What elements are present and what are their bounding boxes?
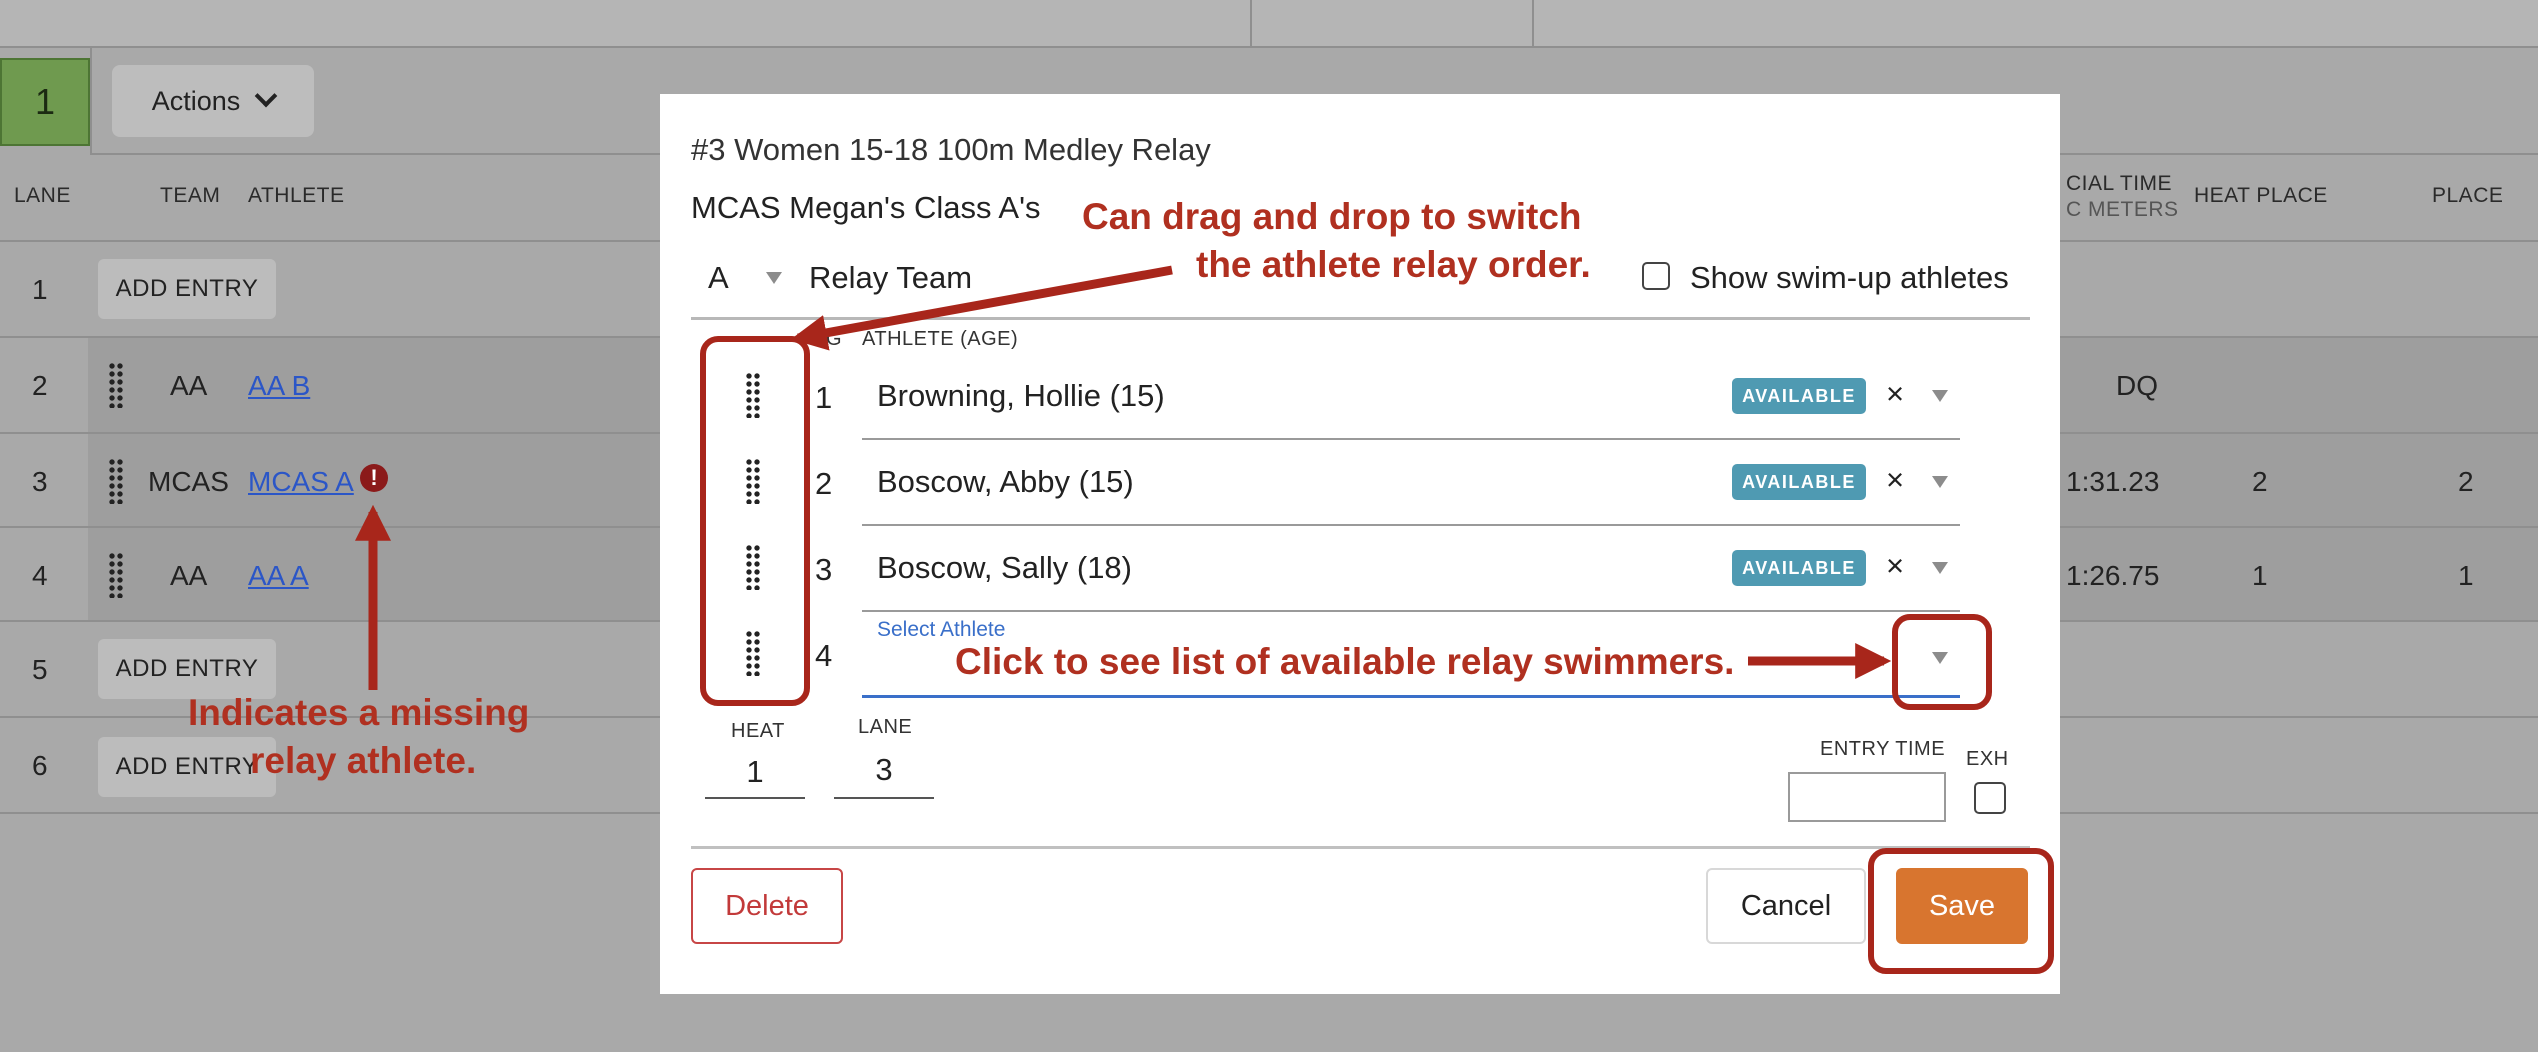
drag-note-line2: the athlete relay order. <box>1196 244 1591 285</box>
annotation-arrows <box>355 265 1892 690</box>
drag-arrow <box>790 265 1173 351</box>
click-note: Click to see list of available relay swi… <box>955 641 1735 682</box>
drag-note-line1: Can drag and drop to switch <box>1082 196 1582 237</box>
missing-note-line1: Indicates a missing <box>188 692 530 733</box>
missing-note-line2: relay athlete. <box>250 740 477 781</box>
